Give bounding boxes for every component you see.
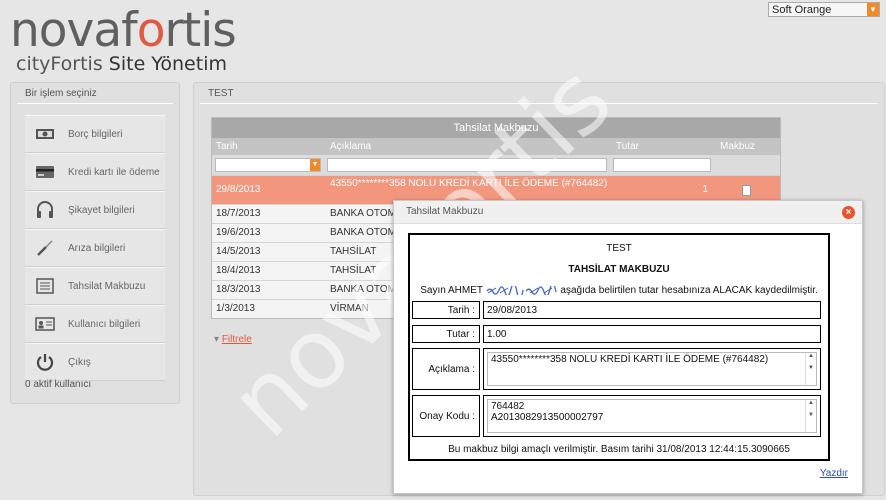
receipt-site-name: TEST <box>606 243 632 254</box>
cell-date: 18/4/2013 <box>216 265 261 276</box>
receipt-icon <box>34 276 56 296</box>
grid-caption: Tahsilat Makbuzu <box>212 118 780 138</box>
menu-item-receipt[interactable]: Tahsilat Makbuzu <box>25 267 165 305</box>
receipt-description-label: Açıklama : <box>412 348 480 390</box>
filter-link[interactable]: ▾ Filtrele <box>214 334 252 345</box>
logo-brand-text: novafortis <box>10 3 237 58</box>
menu-item-label: Kullanıcı bilgileri <box>68 318 141 330</box>
column-header-receipt[interactable]: Makbuz <box>716 138 780 155</box>
logo-tagline-rest: Site Yönetim <box>108 53 227 75</box>
divider <box>200 103 878 104</box>
divider <box>17 103 173 104</box>
headset-icon <box>34 200 56 220</box>
credit-card-icon <box>34 162 56 182</box>
receipt-approval-textarea[interactable]: 764482 A2013082913500002797 ▲ ▼ <box>487 399 817 433</box>
theme-select[interactable]: Soft Orange ▼ <box>768 2 880 17</box>
receipt-heading: TAHSİLAT MAKBUZU <box>568 264 670 275</box>
user-card-icon <box>34 314 56 334</box>
main-panel-title: TEST <box>208 88 234 99</box>
description-filter-input[interactable] <box>327 158 607 172</box>
receipt-amount-value: 1.00 <box>483 325 821 343</box>
receipt-approval-row: Onay Kodu : 764482 A2013082913500002797 … <box>412 395 824 437</box>
column-header-date[interactable]: Tarih <box>212 138 326 155</box>
action-panel-title: Bir işlem seçiniz <box>25 88 97 99</box>
grid-filter-row: ▼ <box>212 155 780 175</box>
receipt-amount-label: Tutar : <box>412 325 480 343</box>
action-panel: Bir işlem seçiniz Borç bilgileri Kredi k… <box>10 82 180 404</box>
scrollbar[interactable]: ▲ ▼ <box>805 353 816 385</box>
receipt-approval-line1: 764482 <box>491 401 525 412</box>
receipt-description-textarea[interactable]: 43550********358 NOLU KREDİ KARTI İLE ÖD… <box>487 352 817 386</box>
action-menu: Borç bilgileri Kredi kartı ile ödeme Şik… <box>25 115 165 381</box>
menu-item-label: Şikayet bilgileri <box>68 204 135 216</box>
receipt-footer: Bu makbuz bilgi amaçlı verilmiştir. Bası… <box>448 444 790 455</box>
chevron-down-icon[interactable]: ▼ <box>310 159 320 171</box>
receipt-approval-label: Onay Kodu : <box>412 395 480 437</box>
cell-date: 18/7/2013 <box>216 208 261 219</box>
document-icon[interactable] <box>742 185 751 196</box>
receipt-date-label: Tarih : <box>412 301 480 319</box>
filter-link-label: Filtrele <box>221 334 252 345</box>
menu-item-label: Arıza bilgileri <box>68 242 126 254</box>
menu-item-label: Çıkış <box>68 356 91 368</box>
menu-item-label: Borç bilgileri <box>68 128 123 140</box>
dialog-title: Tahsilat Makbuzu <box>394 201 862 224</box>
scrollbar[interactable]: ▲ ▼ <box>805 400 816 432</box>
receipt-date-row: Tarih : 29/08/2013 <box>412 301 824 319</box>
date-filter-select[interactable]: ▼ <box>215 158 321 172</box>
receipt-approval-box: 764482 A2013082913500002797 ▲ ▼ <box>483 395 821 437</box>
menu-item-label: Tahsilat Makbuzu <box>68 280 146 292</box>
brand-logo: novafortis cityFortis Site Yönetim <box>10 3 237 74</box>
menu-item-faults[interactable]: Arıza bilgileri <box>25 229 165 267</box>
cell-date: 1/3/2013 <box>216 303 255 314</box>
menu-item-label: Kredi kartı ile ödeme <box>68 166 160 178</box>
column-header-amount[interactable]: Tutar <box>612 138 716 155</box>
receipt-date-value: 29/08/2013 <box>483 301 821 319</box>
active-users-count: 0 aktif kullanıcı <box>25 379 92 390</box>
cell-date: 14/5/2013 <box>216 246 261 257</box>
receipt-document: TEST TAHSİLAT MAKBUZU Sayın AHMET aşağıd… <box>408 233 830 461</box>
menu-item-user-info[interactable]: Kullanıcı bilgileri <box>25 305 165 343</box>
cell-date: 18/3/2013 <box>216 284 261 295</box>
screwdriver-icon <box>34 238 56 258</box>
receipt-description-box: 43550********358 NOLU KREDİ KARTI İLE ÖD… <box>483 348 821 390</box>
receipt-description-row: Açıklama : 43550********358 NOLU KREDİ K… <box>412 348 824 390</box>
money-icon <box>34 124 56 144</box>
receipt-statement-suffix: aşağıda belirtilen tutar hesabınıza ALAC… <box>560 285 818 296</box>
logo-tagline: cityFortis Site Yönetim <box>16 54 236 74</box>
menu-item-debt-info[interactable]: Borç bilgileri <box>25 115 165 153</box>
column-header-description[interactable]: Açıklama <box>326 138 612 155</box>
menu-item-credit-card-payment[interactable]: Kredi kartı ile ödeme <box>25 153 165 191</box>
funnel-icon: ▾ <box>214 334 220 345</box>
power-icon <box>34 352 56 372</box>
receipt-approval-line2: A2013082913500002797 <box>491 412 604 423</box>
amount-filter-input[interactable] <box>613 158 711 172</box>
chevron-down-icon[interactable]: ▼ <box>867 3 879 16</box>
logo-tagline-prefix: cityFortis <box>16 53 103 75</box>
receipt-statement: Sayın AHMET aşağıda belirtilen tutar hes… <box>410 285 828 296</box>
cell-date: 29/8/2013 <box>216 184 261 195</box>
receipt-statement-prefix: Sayın AHMET <box>420 285 483 296</box>
receipt-description-value: 43550********358 NOLU KREDİ KARTI İLE ÖD… <box>491 354 769 365</box>
receipt-dialog: Tahsilat Makbuzu × TEST TAHSİLAT MAKBUZU… <box>393 200 863 494</box>
menu-item-complaints[interactable]: Şikayet bilgileri <box>25 191 165 229</box>
redacted-name-scribble <box>486 285 557 295</box>
theme-select-value: Soft Orange <box>772 4 832 16</box>
menu-item-logout[interactable]: Çıkış <box>25 343 165 381</box>
receipt-amount-row: Tutar : 1.00 <box>412 325 824 343</box>
close-icon[interactable]: × <box>842 206 855 219</box>
print-link[interactable]: Yazdır <box>820 468 848 479</box>
grid-header: Tarih Açıklama Tutar Makbuz <box>212 138 780 155</box>
cell-date: 19/6/2013 <box>216 227 261 238</box>
